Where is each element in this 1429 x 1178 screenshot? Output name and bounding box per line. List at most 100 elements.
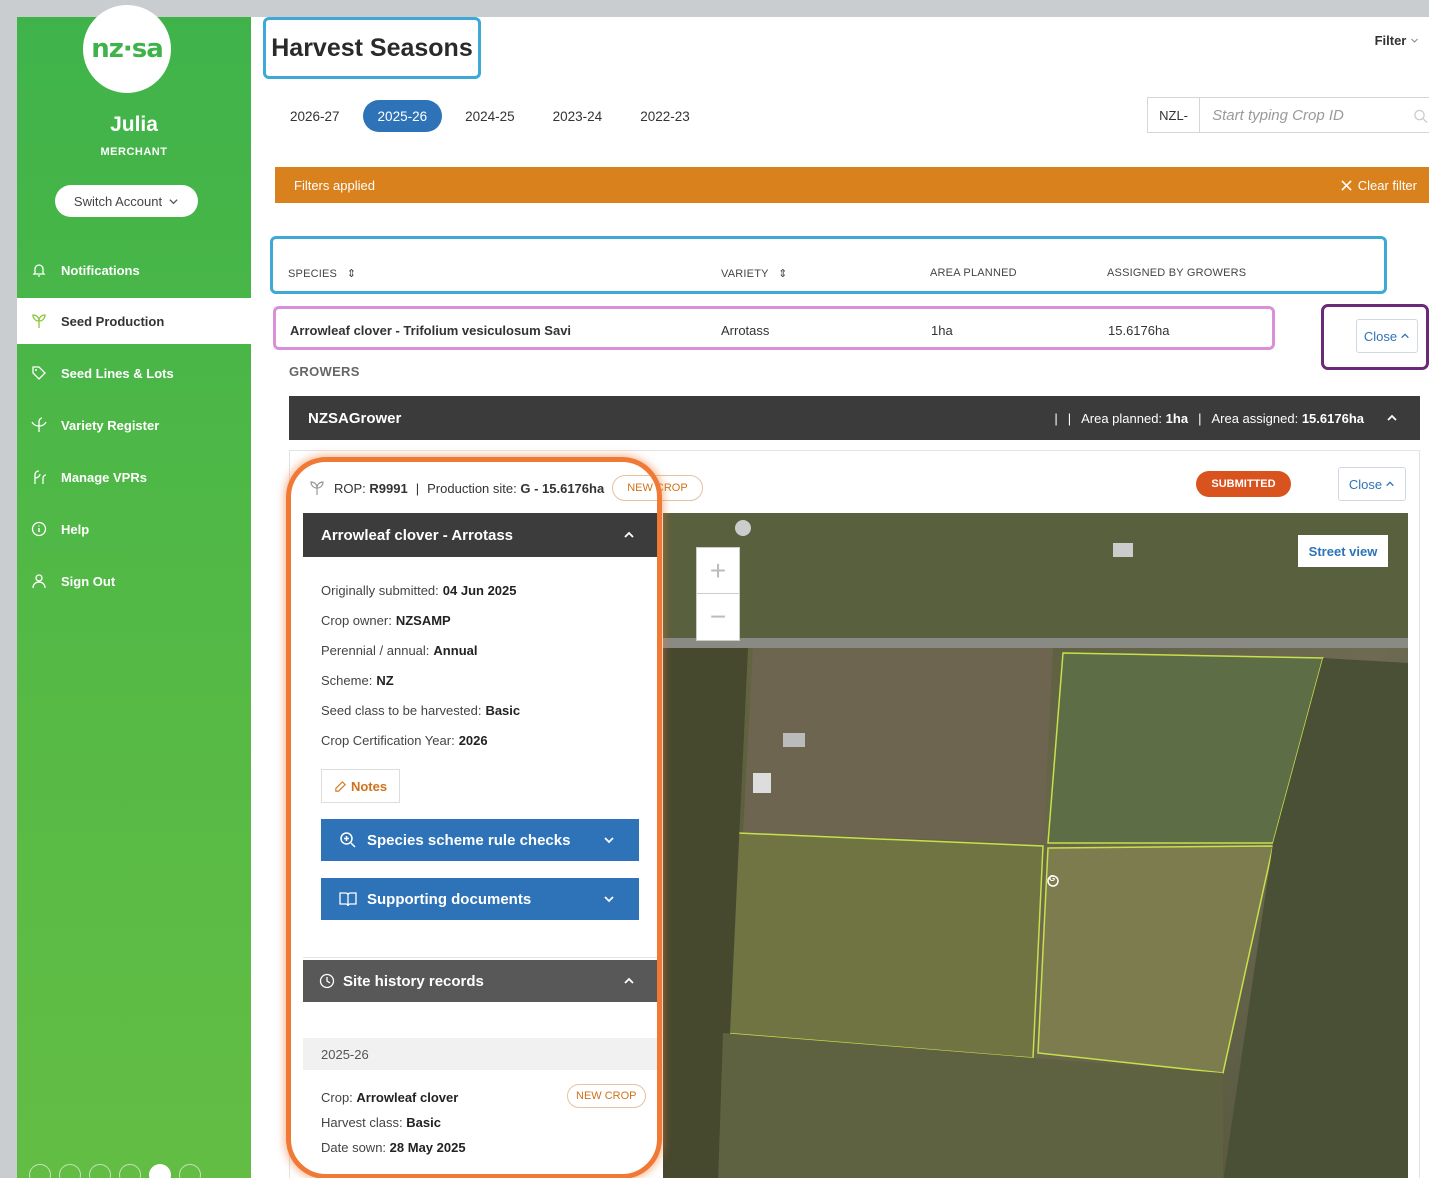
- area-planned: Area planned: 1ha: [1081, 411, 1188, 426]
- sidebar-item-help[interactable]: Help: [17, 506, 251, 552]
- site-history-header[interactable]: Site history records: [303, 960, 657, 1002]
- history-record: Crop: Arrowleaf clover Harvest class: Ba…: [303, 1070, 657, 1170]
- tab-2026-27[interactable]: 2026-27: [275, 100, 355, 132]
- edit-icon[interactable]: [29, 1164, 51, 1178]
- sidebar-item-manage-vprs[interactable]: Manage VPRs: [17, 454, 251, 500]
- chevron-down-icon: [604, 837, 614, 844]
- field-label: Crop owner:: [321, 612, 392, 628]
- production-site-value: G - 15.6176ha: [520, 480, 605, 496]
- field-value: NZSAMP: [395, 612, 451, 628]
- row-close-button[interactable]: Close: [1356, 319, 1418, 353]
- grower-area-summary: | | Area planned: 1ha | Area assigned: 1…: [1054, 411, 1398, 426]
- table-row[interactable]: Arrowleaf clover - Trifolium vesiculosum…: [273, 306, 1275, 350]
- image-icon[interactable]: [59, 1164, 81, 1178]
- circle-icon[interactable]: [89, 1164, 111, 1178]
- supporting-documents-accordion[interactable]: Supporting documents: [321, 878, 639, 920]
- field-value: Annual: [433, 642, 478, 658]
- map-zoom-control: + −: [696, 547, 740, 641]
- tab-2023-24[interactable]: 2023-24: [538, 100, 618, 132]
- sidebar-item-notifications[interactable]: Notifications: [17, 247, 251, 293]
- area-planned-value: 1ha: [1165, 410, 1189, 426]
- chevron-down-icon: [169, 198, 178, 204]
- sidebar-item-label: Seed Production: [61, 313, 165, 329]
- switch-account-button[interactable]: Switch Account: [55, 185, 198, 217]
- site-history-title: Site history records: [319, 973, 484, 990]
- notes-button[interactable]: Notes: [321, 769, 400, 803]
- plant-icon: [25, 417, 53, 433]
- species-scheme-checks-accordion[interactable]: Species scheme rule checks: [321, 819, 639, 861]
- tab-2025-26[interactable]: 2025-26: [362, 100, 443, 132]
- cell-assigned: 15.6176ha: [1108, 323, 1170, 338]
- search-icon[interactable]: [1413, 108, 1428, 124]
- close-label: Close: [1348, 476, 1383, 492]
- zoom-out-button[interactable]: −: [697, 594, 739, 640]
- sidebar-item-seed-production[interactable]: Seed Production: [17, 298, 251, 344]
- detail-close-button[interactable]: Close: [1338, 467, 1406, 501]
- field-value: NZ: [376, 672, 394, 688]
- crop-id-prefix: NZL-: [1148, 98, 1201, 132]
- edit-icon: [335, 780, 346, 792]
- site-marker-label[interactable]: G: [1049, 874, 1055, 883]
- sort-icon: ⇕: [771, 268, 788, 280]
- chevron-up-icon: [624, 977, 634, 984]
- production-site: Production site: G - 15.6176ha: [427, 481, 604, 496]
- field-label: Crop Certification Year:: [321, 732, 455, 748]
- sidebar-item-seed-lines-lots[interactable]: Seed Lines & Lots: [17, 350, 251, 396]
- sidebar-item-label: Notifications: [61, 262, 140, 278]
- logo-text: nz·sa: [91, 34, 164, 64]
- more-icon[interactable]: [179, 1164, 201, 1178]
- history-class-label: Harvest class:: [321, 1115, 403, 1130]
- rop-summary: ROP: R9991 | Production site: G - 15.617…: [308, 475, 703, 501]
- info-icon: [25, 521, 53, 537]
- column-header-label: SPECIES: [288, 268, 338, 280]
- nzsa-logo: nz·sa: [83, 5, 171, 93]
- circle-icon[interactable]: [119, 1164, 141, 1178]
- window-top-border: [0, 0, 1429, 17]
- history-sown: Date sown: 28 May 2025: [321, 1140, 466, 1155]
- history-class-value: Basic: [406, 1115, 441, 1130]
- zoom-in-button[interactable]: +: [697, 548, 739, 594]
- crop-id-input[interactable]: [1200, 98, 1414, 132]
- field-label: Perennial / annual:: [321, 642, 430, 658]
- filters-applied-text: Filters applied: [294, 177, 375, 193]
- accordion-label: Species scheme rule checks: [367, 831, 571, 849]
- user-name: Julia: [110, 113, 158, 136]
- separator: |: [1054, 410, 1058, 426]
- satellite-map[interactable]: + − Street view G: [663, 513, 1408, 1178]
- status-badge: SUBMITTED: [1196, 471, 1291, 497]
- area-assigned-value: 15.6176ha: [1301, 410, 1364, 426]
- seedling-icon: [25, 313, 53, 329]
- history-crop-value: Arrowleaf clover: [356, 1090, 459, 1105]
- page-title-highlight: Harvest Seasons: [263, 17, 481, 79]
- grower-name: NZSAGrower: [308, 409, 402, 427]
- column-header-species[interactable]: SPECIES ⇕: [288, 267, 356, 280]
- field-label: Scheme:: [321, 672, 373, 688]
- rop: ROP: R9991: [334, 481, 408, 496]
- field-label: Originally submitted:: [321, 582, 439, 598]
- column-header-area-planned: AREA PLANNED: [930, 267, 1017, 279]
- grower-header-bar[interactable]: NZSAGrower | | Area planned: 1ha | Area …: [289, 396, 1420, 440]
- rop-value: R9991: [369, 480, 408, 496]
- video-icon[interactable]: [149, 1164, 171, 1178]
- clear-filter-button[interactable]: Clear filter: [1341, 178, 1417, 193]
- tab-2024-25[interactable]: 2024-25: [450, 100, 530, 132]
- chevron-up-icon: [1386, 481, 1394, 487]
- sidebar-item-label: Variety Register: [61, 417, 160, 433]
- sidebar-item-variety-register[interactable]: Variety Register: [17, 402, 251, 448]
- zoom-in-icon: [340, 832, 356, 848]
- sprout-icon: [25, 469, 53, 485]
- window-left-border: [0, 0, 17, 1178]
- sidebar-item-sign-out[interactable]: Sign Out: [17, 558, 251, 604]
- area-planned-label: Area planned:: [1081, 410, 1163, 426]
- street-view-button[interactable]: Street view: [1298, 535, 1388, 567]
- clear-filter-label: Clear filter: [1357, 177, 1417, 193]
- crop-info-header[interactable]: Arrowleaf clover - Arrotass: [303, 513, 657, 557]
- main-content: Harvest Seasons Filter 2026-27 2025-26 2…: [251, 17, 1429, 1178]
- history-new-crop-badge: NEW CROP: [567, 1084, 646, 1108]
- separator: |: [415, 480, 420, 496]
- filter-dropdown[interactable]: Filter: [1375, 33, 1419, 48]
- table-header: SPECIES ⇕ VARIETY ⇕ AREA PLANNED ASSIGNE…: [270, 236, 1387, 294]
- tab-2022-23[interactable]: 2022-23: [625, 100, 705, 132]
- column-header-variety[interactable]: VARIETY ⇕: [721, 267, 788, 280]
- field-crop-owner: Crop owner: NZSAMP: [321, 605, 657, 635]
